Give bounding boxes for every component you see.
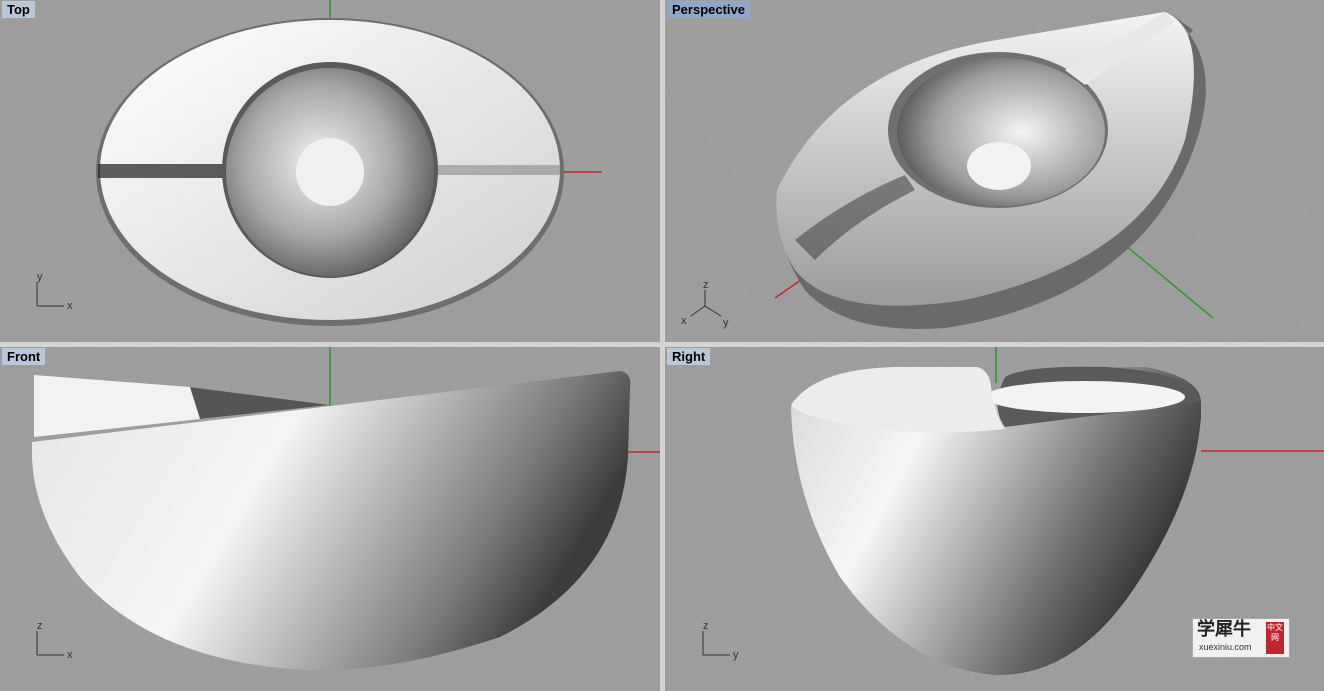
viewport-title-top[interactable]: Top bbox=[2, 1, 35, 18]
persp-axis-z-label: z bbox=[703, 279, 709, 291]
persp-center-hole bbox=[967, 142, 1031, 190]
top-center-hole bbox=[296, 138, 364, 206]
watermark-url: xuexiniu.com bbox=[1199, 642, 1252, 652]
viewport-front-canvas[interactable]: z x bbox=[0, 347, 660, 691]
front-axis-z-label: z bbox=[37, 620, 43, 632]
watermark-logo: 学犀牛 xuexiniu.com 中文网 bbox=[1192, 618, 1290, 658]
viewport-perspective-canvas[interactable]: z x y bbox=[665, 0, 1324, 342]
viewport-title-perspective[interactable]: Perspective bbox=[667, 1, 750, 18]
front-axis-x-label: x bbox=[67, 649, 73, 661]
viewport-front[interactable]: z x Front bbox=[0, 347, 660, 691]
right-inner-rim bbox=[985, 381, 1185, 413]
viewport-perspective[interactable]: z x y Perspective bbox=[665, 0, 1324, 342]
watermark-main-text: 学犀牛 bbox=[1197, 619, 1251, 640]
top-axis-x-label: x bbox=[67, 300, 73, 312]
top-axis-y-label: y bbox=[37, 271, 43, 283]
right-axis-y-label: y bbox=[733, 649, 739, 661]
persp-axis-x-label: x bbox=[681, 315, 687, 327]
persp-axis-y-label: y bbox=[723, 317, 729, 329]
right-axis-z-label: z bbox=[703, 620, 709, 632]
viewport-top[interactable]: y x Top bbox=[0, 0, 660, 342]
watermark-badge: 中文网 bbox=[1266, 622, 1284, 654]
viewport-title-right[interactable]: Right bbox=[667, 348, 711, 365]
viewport-title-front[interactable]: Front bbox=[2, 348, 46, 365]
viewport-top-canvas[interactable]: y x bbox=[0, 0, 660, 342]
